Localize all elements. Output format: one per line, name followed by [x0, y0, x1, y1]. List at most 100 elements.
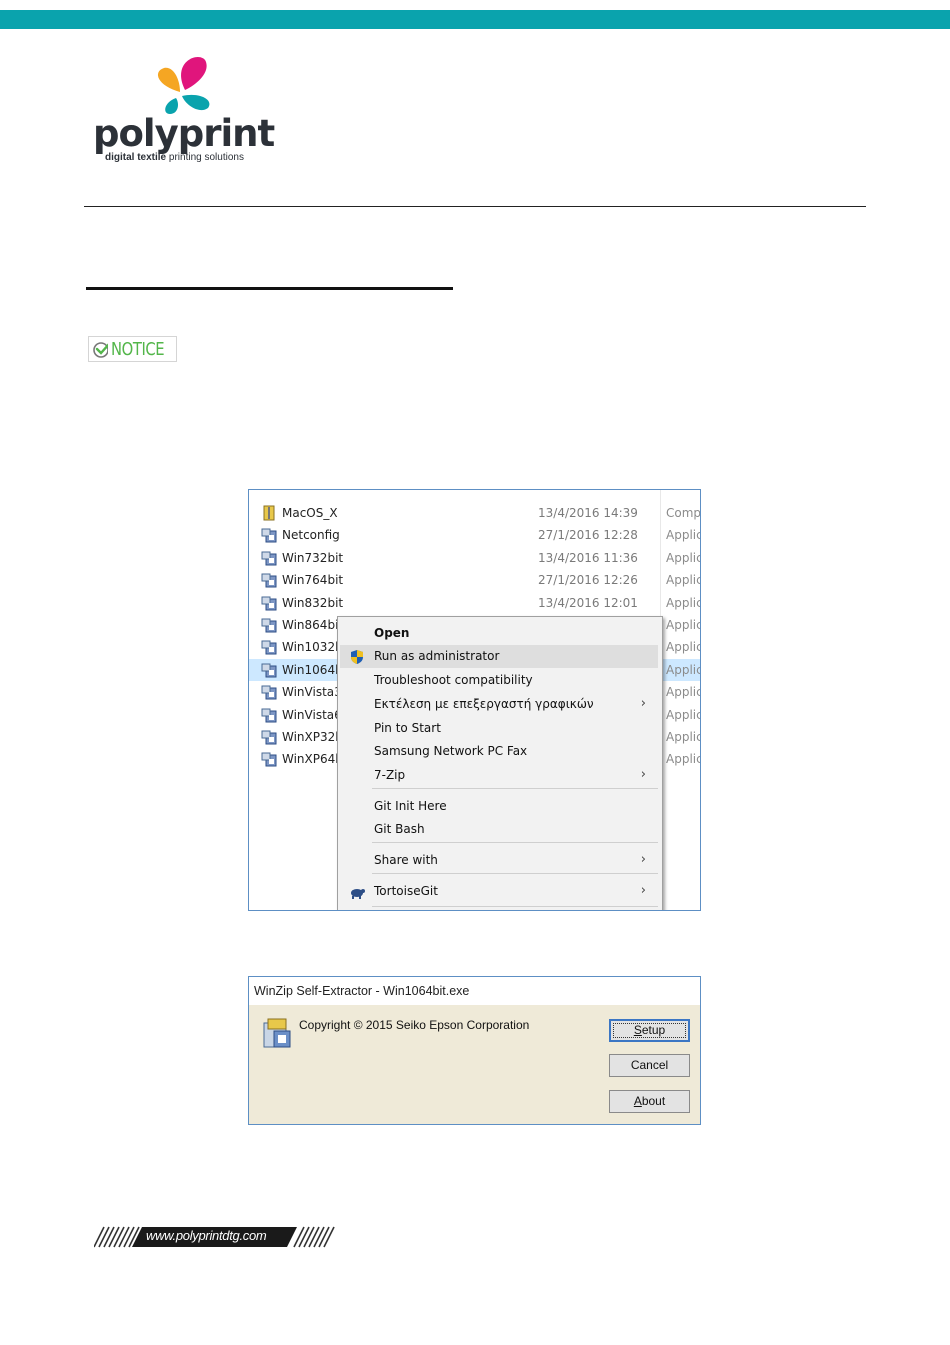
- menu-separator: [372, 873, 658, 874]
- uac-shield-icon: [349, 649, 365, 665]
- installer-icon: [261, 729, 277, 745]
- file-row[interactable]: MacOS_X 13/4/2016 14:39 Comp: [249, 502, 701, 524]
- installer-icon: [261, 662, 277, 678]
- menu-item[interactable]: 7-Zip ›: [340, 764, 658, 787]
- file-date: 13/4/2016 14:39: [538, 506, 638, 520]
- zip-folder-icon: [261, 505, 277, 521]
- menu-item[interactable]: Troubleshoot compatibility: [340, 669, 658, 692]
- file-type: Comp: [666, 506, 701, 520]
- installer-icon: [261, 550, 277, 566]
- menu-item[interactable]: Git Bash: [340, 818, 658, 841]
- file-name: Netconfig: [282, 528, 340, 543]
- menu-item-label: Run as administrator: [374, 649, 500, 663]
- file-row[interactable]: Win764bit 27/1/2016 12:26 Applic: [249, 569, 701, 591]
- menu-item[interactable]: Pin to Start: [340, 717, 658, 740]
- notice-label: NOTICE: [111, 338, 165, 360]
- dialog-title: WinZip Self-Extractor - Win1064bit.exe: [254, 984, 470, 998]
- menu-item[interactable]: Share with ›: [340, 849, 658, 872]
- menu-item-label: Εκτέλεση με επεξεργαστή γραφικών: [374, 697, 594, 711]
- file-name: WinVista6: [282, 707, 342, 722]
- file-name: WinXP32b: [282, 730, 343, 744]
- copyright-text: Copyright © 2015 Seiko Epson Corporation: [299, 1018, 530, 1032]
- file-date: 13/4/2016 11:36: [538, 550, 638, 565]
- winzip-dialog: WinZip Self-Extractor - Win1064bit.exe C…: [248, 976, 701, 1125]
- installer-icon: [261, 617, 277, 633]
- logo-wordmark: polyprint: [93, 112, 275, 155]
- menu-item-label: Share with: [374, 853, 438, 867]
- about-button-rest: bout: [641, 1094, 666, 1108]
- installer-icon: [261, 572, 277, 588]
- file-explorer-screenshot: MacOS_X 13/4/2016 14:39 Comp Netconfig 27/1/…: [248, 489, 701, 911]
- logo-tagline: digital textile printing solutions: [105, 152, 244, 163]
- installer-icon: [261, 751, 277, 767]
- menu-item[interactable]: Git Init Here: [340, 795, 658, 818]
- footer-url-banner: www.polyprintdtg.com: [93, 1226, 336, 1248]
- file-name: Win732bit: [282, 550, 344, 565]
- header-accent-bar: [0, 10, 950, 29]
- file-row[interactable]: Netconfig 27/1/2016 12:28 Applic: [249, 524, 701, 546]
- installer-icon: [261, 527, 277, 543]
- chevron-right-icon: ›: [640, 696, 646, 711]
- menu-item-label: Git Bash: [374, 822, 425, 836]
- file-type: Applic: [666, 595, 701, 610]
- file-date: 27/1/2016 12:28: [538, 528, 638, 543]
- file-date: 27/1/2016 12:26: [538, 573, 638, 588]
- file-type: Applic: [666, 752, 701, 767]
- file-name: Win1064b: [282, 662, 343, 677]
- file-type: Applic: [666, 730, 701, 744]
- section-title-underline: [86, 287, 453, 290]
- setup-button-key: S: [633, 1023, 642, 1037]
- file-type: Applic: [666, 528, 701, 543]
- menu-item[interactable]: Run as administrator: [340, 645, 658, 668]
- file-name: MacOS_X: [282, 506, 338, 520]
- menu-item-label: Open: [374, 626, 410, 640]
- file-name: Win864bit: [282, 618, 344, 632]
- file-type: Applic: [666, 550, 701, 565]
- chevron-right-icon: ›: [640, 767, 646, 782]
- menu-item[interactable]: Samsung Network PC Fax: [340, 740, 658, 763]
- file-type: Applic: [666, 573, 701, 588]
- installer-icon: [261, 639, 277, 655]
- about-button[interactable]: About: [609, 1090, 690, 1113]
- menu-separator: [372, 842, 658, 843]
- file-type: Applic: [666, 640, 701, 655]
- dialog-titlebar: WinZip Self-Extractor - Win1064bit.exe: [249, 977, 700, 1005]
- file-name: Win832bit: [282, 595, 344, 610]
- menu-item[interactable]: Εκτέλεση με επεξεργαστή γραφικών ›: [340, 693, 658, 716]
- about-button-key: A: [633, 1094, 642, 1108]
- menu-item-label: TortoiseGit: [374, 884, 438, 898]
- setup-button[interactable]: Setup: [609, 1019, 690, 1042]
- polyprint-logo: polyprint digital textile printing solut…: [90, 52, 275, 170]
- installer-icon: [261, 684, 277, 700]
- winzip-app-icon: [263, 1018, 291, 1048]
- context-menu: Open Run as administrator Troubleshoot com…: [337, 616, 663, 910]
- installer-icon: [261, 595, 277, 611]
- menu-item-label: Git Init Here: [374, 799, 447, 813]
- file-name: Win764bit: [282, 573, 344, 588]
- menu-item[interactable]: Open: [340, 622, 658, 645]
- menu-item-label: Troubleshoot compatibility: [374, 673, 533, 687]
- file-type: Applic: [666, 662, 701, 677]
- cancel-button[interactable]: Cancel: [609, 1054, 690, 1077]
- menu-item-label: 7-Zip: [374, 768, 406, 782]
- tortoise-icon: [349, 884, 365, 900]
- file-name: WinXP64b: [282, 752, 343, 767]
- logo-tagline-rest: printing solutions: [166, 152, 244, 163]
- menu-item-label: Pin to Start: [374, 721, 441, 735]
- file-date: 13/4/2016 12:01: [538, 595, 638, 610]
- menu-separator: [372, 788, 658, 789]
- header-divider: [84, 206, 866, 207]
- installer-icon: [261, 707, 277, 723]
- chevron-right-icon: ›: [640, 852, 646, 867]
- menu-separator: [372, 906, 658, 907]
- file-row[interactable]: Win832bit 13/4/2016 12:01 Applic: [249, 592, 701, 614]
- file-name: WinVista3: [282, 685, 342, 700]
- file-type: Applic: [666, 707, 701, 722]
- setup-button-rest: etup: [641, 1023, 666, 1037]
- menu-item-label: Samsung Network PC Fax: [374, 744, 528, 758]
- chevron-right-icon: ›: [640, 883, 646, 898]
- file-row[interactable]: Win732bit 13/4/2016 11:36 Applic: [249, 547, 701, 569]
- menu-item[interactable]: TortoiseGit ›: [340, 880, 658, 903]
- footer-url: www.polyprintdtg.com: [146, 1228, 267, 1243]
- check-circle-icon: [93, 342, 109, 358]
